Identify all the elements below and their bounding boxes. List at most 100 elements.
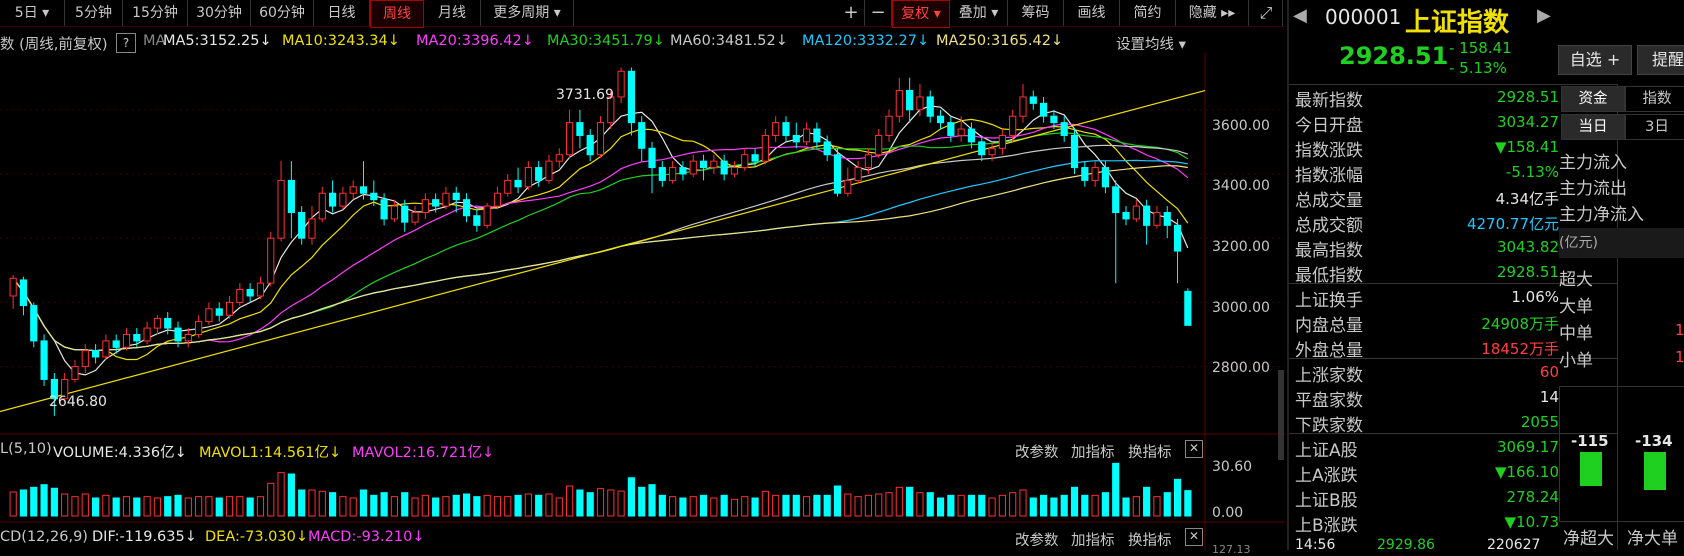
macd-edit-params-button[interactable]: 改参数: [1015, 529, 1059, 550]
candle-body: [772, 122, 780, 136]
overlay-button[interactable]: 叠加 ▾: [950, 0, 1008, 26]
period-15min[interactable]: 15分钟: [123, 0, 188, 26]
volume-bar: [1009, 492, 1017, 517]
panel-splitter[interactable]: [1278, 370, 1284, 460]
volume-bar: [875, 493, 883, 517]
tab-fund[interactable]: 资金: [1561, 86, 1625, 112]
chips-button[interactable]: 筹码: [1008, 0, 1064, 26]
candle-body: [978, 141, 986, 156]
candle-body: [421, 199, 429, 214]
volume-bar: [411, 497, 419, 517]
add-watchlist-button[interactable]: 自选 +: [1558, 45, 1632, 75]
fuquan-label: 复权: [901, 6, 930, 22]
candle-body: [256, 282, 265, 297]
volume-bar: [1091, 494, 1099, 517]
fuquan-button[interactable]: 复权 ▾: [892, 0, 950, 28]
ma-item-text: MA60:3481.52: [670, 33, 776, 49]
close-icon[interactable]: ✕: [1185, 528, 1203, 546]
close-icon[interactable]: ✕: [1185, 440, 1203, 458]
volume-bar: [432, 497, 440, 517]
volume-bar: [514, 494, 522, 517]
period-5day[interactable]: 5日 ▾: [0, 0, 65, 26]
unit-label: (亿元): [1559, 228, 1684, 258]
period-60min[interactable]: 60分钟: [251, 0, 314, 26]
candle-body: [1081, 167, 1089, 181]
macd-add-indicator-button[interactable]: 加指标: [1071, 529, 1115, 550]
tab-3day[interactable]: 3日: [1625, 114, 1684, 140]
volume-bar: [153, 497, 162, 517]
candle-body: [1143, 205, 1151, 226]
divider: [1289, 84, 1617, 85]
tab-index[interactable]: 指数: [1625, 86, 1684, 112]
draw-line-button[interactable]: 画线: [1064, 0, 1120, 26]
ma-item: MA30:3451.79↓: [547, 33, 665, 49]
volume-bar: [122, 496, 131, 517]
volume-bar: [452, 494, 460, 517]
net-super-label: 净超大: [1563, 529, 1614, 549]
volume-bar: [256, 496, 265, 517]
candle-body: [638, 122, 646, 149]
volume-bar: [50, 487, 58, 517]
quote-value: 24908万手: [1481, 315, 1559, 333]
net-large-bar: [1644, 452, 1666, 490]
candle-body: [401, 205, 409, 223]
zoom-out-button[interactable]: −: [865, 0, 892, 26]
help-icon[interactable]: ?: [116, 33, 136, 53]
candle-body: [143, 327, 151, 342]
candle-body: [854, 167, 862, 181]
ma-item: MA250:3165.42↓: [936, 33, 1064, 49]
volume-bar: [792, 494, 800, 517]
period-30min[interactable]: 30分钟: [188, 0, 251, 26]
period-weekly[interactable]: 周线: [370, 0, 424, 28]
volume-bar: [328, 492, 337, 517]
volume-bar: [638, 486, 646, 517]
volume-bar: [442, 496, 450, 517]
candle-body: [30, 305, 38, 342]
prev-stock-icon[interactable]: ◀: [1293, 5, 1307, 26]
simple-button[interactable]: 简约: [1120, 0, 1176, 26]
macd-switch-indicator-button[interactable]: 换指标: [1128, 529, 1172, 550]
vol-switch-indicator-button[interactable]: 换指标: [1128, 441, 1172, 462]
period-monthly[interactable]: 月线: [424, 0, 481, 26]
volume-bar: [885, 492, 893, 517]
hide-button[interactable]: 隐藏 ▸▸: [1176, 0, 1249, 26]
candle-body: [246, 289, 254, 297]
candle-body: [328, 192, 337, 207]
size-small-label: 小单: [1559, 351, 1593, 371]
period-5min[interactable]: 5分钟: [65, 0, 123, 26]
kline-chart[interactable]: [0, 52, 1285, 550]
candle-body: [462, 199, 471, 217]
candle-body: [122, 333, 131, 348]
tick-price: 2929.86: [1377, 537, 1435, 553]
ma-settings-button[interactable]: 设置均线 ▾: [1116, 33, 1186, 54]
quote-value: 3069.17: [1496, 438, 1559, 456]
volume-bar: [1132, 496, 1140, 517]
quote-label: 上涨家数: [1295, 366, 1363, 386]
quote-panel: ◀ 000001 上证指数 ▶ 2928.51 - 158.41 - 5.13%…: [1287, 0, 1684, 553]
volume-bar: [926, 492, 934, 517]
last-price: 2928.51: [1339, 42, 1449, 70]
volume-bar: [30, 486, 38, 517]
zoom-in-button[interactable]: +: [838, 0, 865, 26]
period-daily[interactable]: 日线: [314, 0, 370, 26]
quote-label: 最高指数: [1295, 241, 1363, 261]
candle-body: [1112, 186, 1120, 214]
quote-label: 平盘家数: [1295, 391, 1363, 411]
candle-body: [102, 340, 110, 358]
volume-bar: [174, 494, 182, 517]
vol-edit-params-button[interactable]: 改参数: [1015, 441, 1059, 462]
ma-item-text: MA20:3396.42: [416, 33, 522, 49]
candle-body: [792, 134, 800, 143]
tab-today[interactable]: 当日: [1561, 114, 1625, 140]
volume-bar: [967, 494, 976, 517]
next-stock-icon[interactable]: ▶: [1537, 5, 1551, 26]
volume-bar: [318, 490, 326, 517]
vol-add-indicator-button[interactable]: 加指标: [1071, 441, 1115, 462]
price-change-pct: - 5.13%: [1449, 59, 1507, 77]
price-change: - 158.41: [1449, 39, 1512, 57]
candle-body: [648, 147, 656, 169]
fullscreen-icon[interactable]: ⤢: [1250, 0, 1283, 26]
alert-button[interactable]: 提醒: [1637, 45, 1684, 75]
period-more[interactable]: 更多周期 ▾: [481, 0, 574, 26]
candle-body: [1101, 167, 1110, 188]
